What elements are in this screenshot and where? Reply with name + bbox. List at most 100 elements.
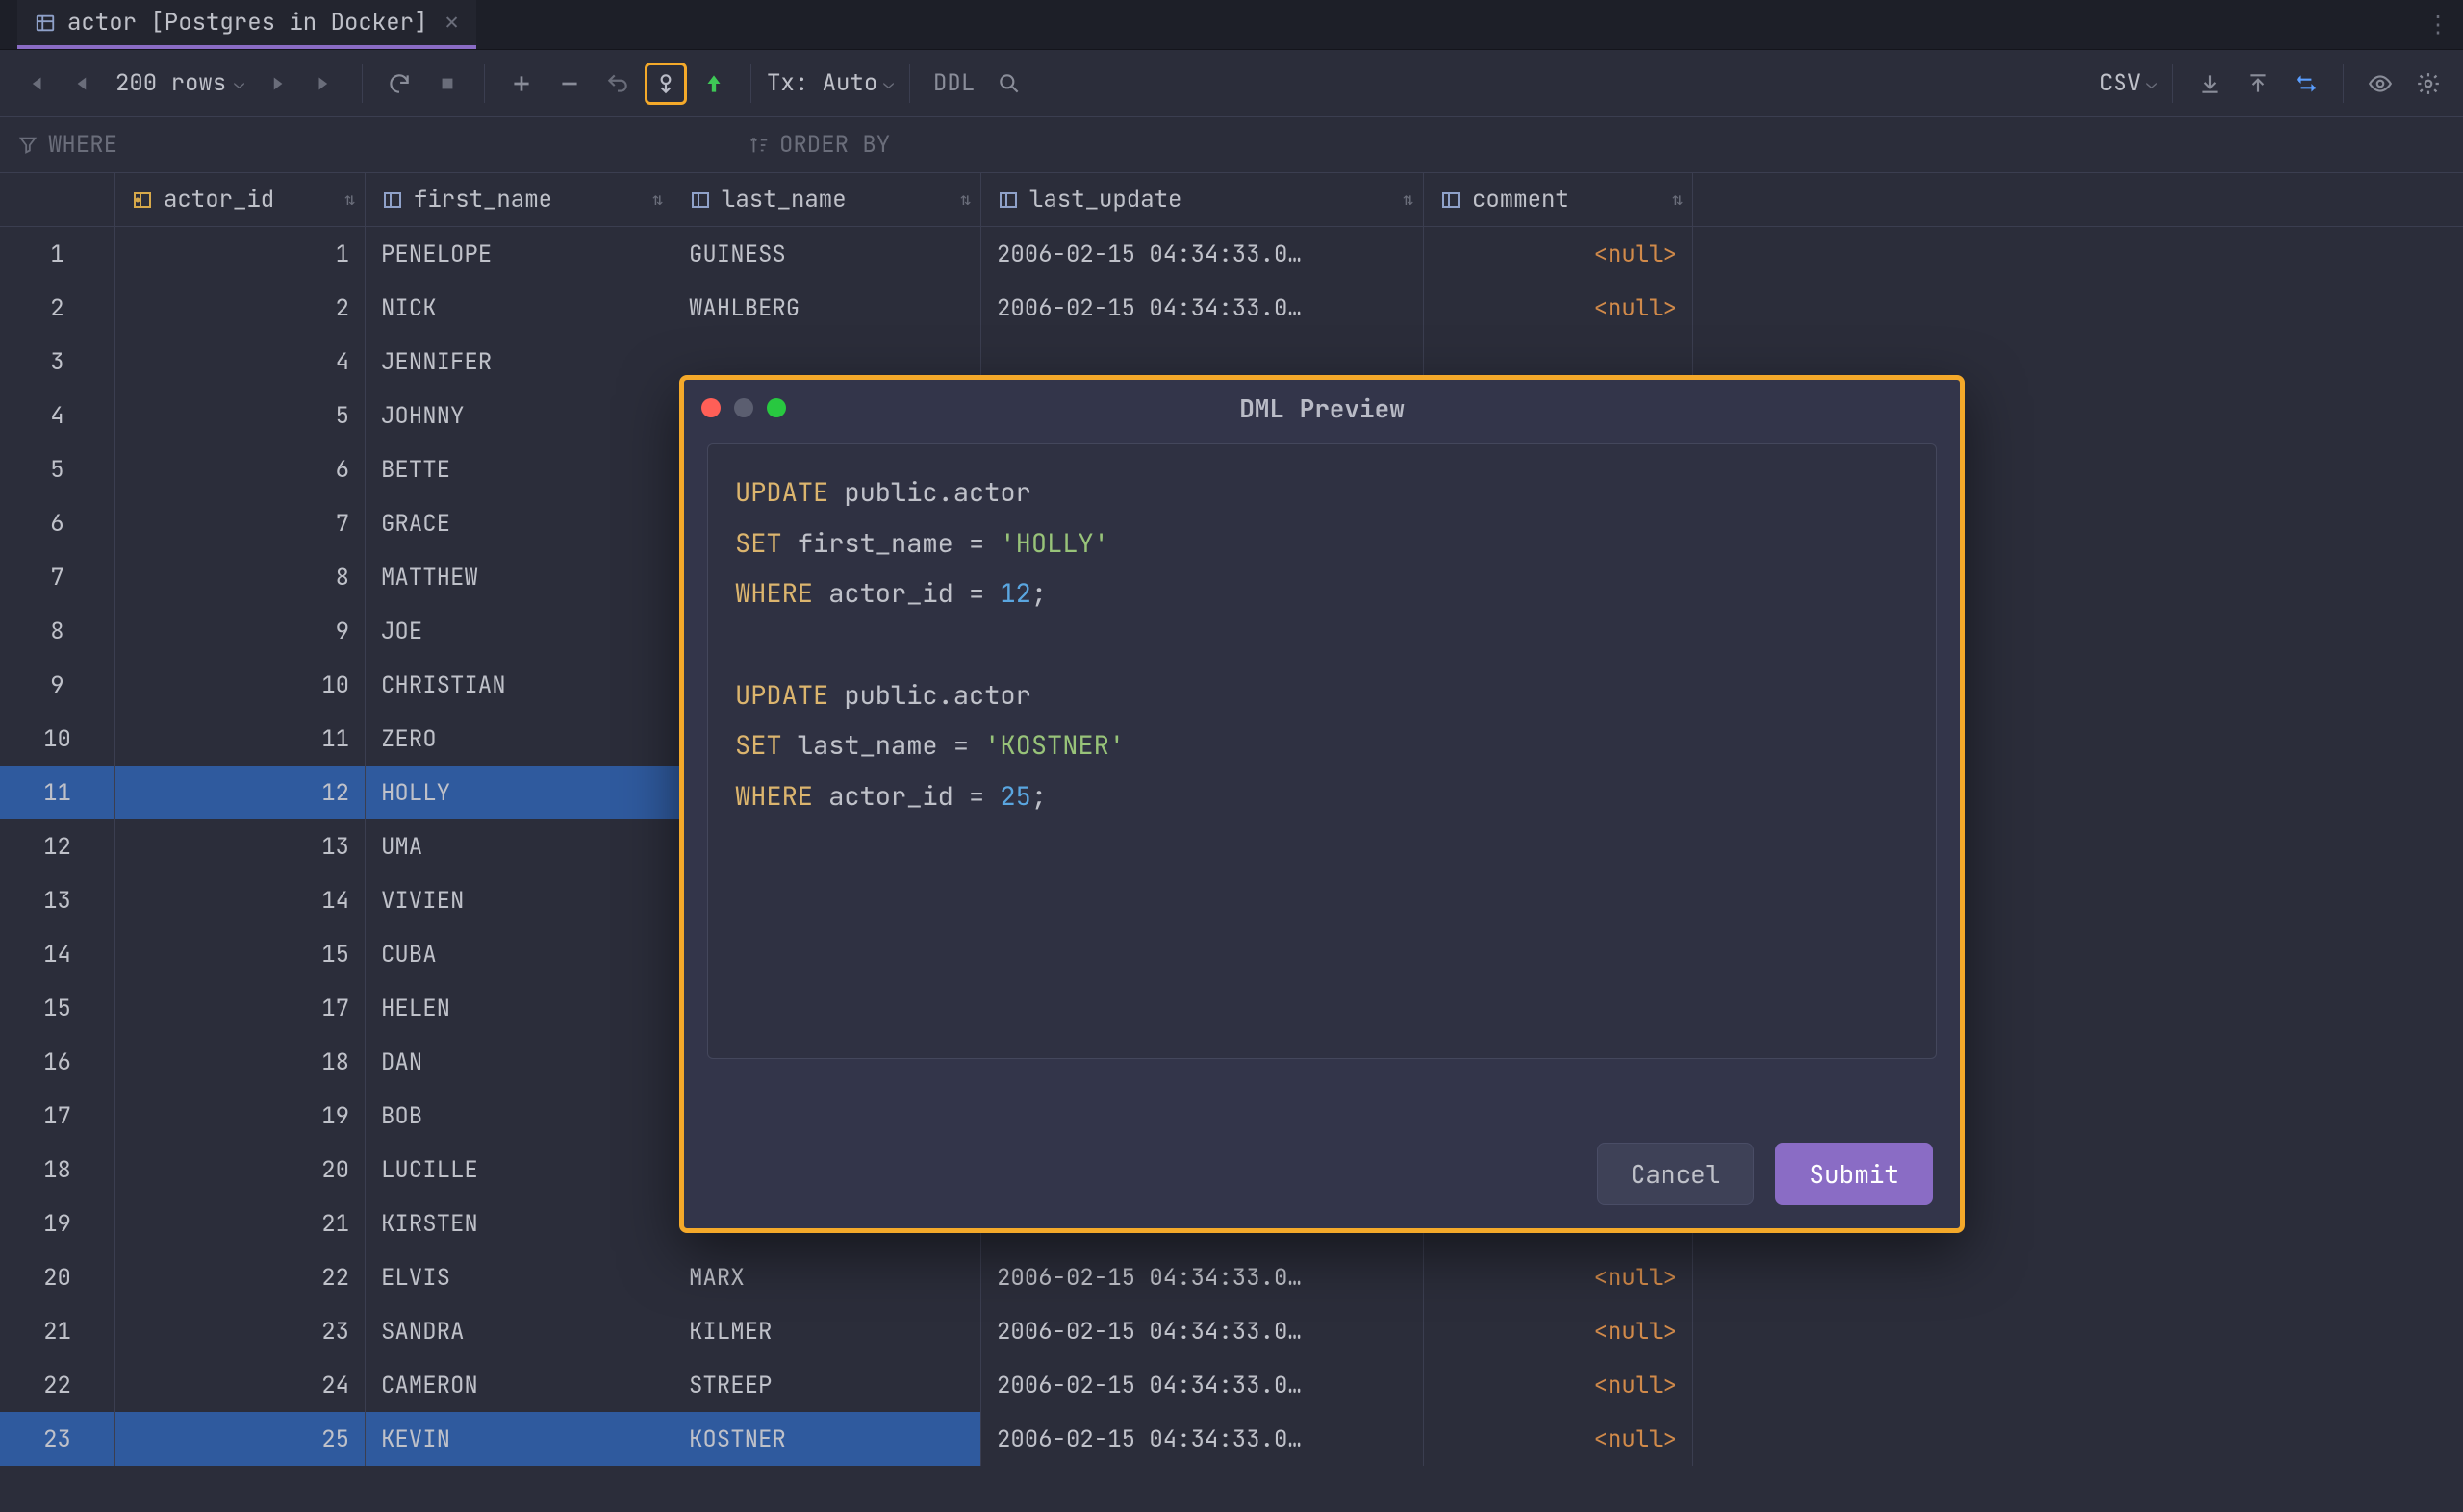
cell-last-name[interactable]: STREEP — [673, 1358, 981, 1412]
cell-actor-id[interactable]: 25 — [115, 1412, 366, 1466]
row-number[interactable]: 20 — [0, 1250, 115, 1304]
cell-first-name[interactable]: UMA — [366, 819, 673, 873]
cell-first-name[interactable]: ELVIS — [366, 1250, 673, 1304]
orderby-filter[interactable]: ORDER BY — [731, 117, 2463, 172]
row-number[interactable]: 21 — [0, 1304, 115, 1358]
cell-actor-id[interactable]: 11 — [115, 712, 366, 766]
cell-last-update[interactable]: 2006-02-15 04:34:33.0… — [981, 1358, 1424, 1412]
cell-first-name[interactable]: CAMERON — [366, 1358, 673, 1412]
cell-actor-id[interactable]: 8 — [115, 550, 366, 604]
settings-icon[interactable] — [2407, 63, 2450, 105]
table-row[interactable]: 2123SANDRAKILMER2006-02-15 04:34:33.0…<n… — [0, 1304, 2463, 1358]
dml-sql-preview[interactable]: UPDATE public.actorSET first_name = 'HOL… — [707, 443, 1937, 1059]
cell-first-name[interactable]: CUBA — [366, 927, 673, 981]
table-row[interactable]: 2224CAMERONSTREEP2006-02-15 04:34:33.0…<… — [0, 1358, 2463, 1412]
export-format-dropdown[interactable]: CSV ⌄ — [2099, 68, 2157, 98]
rownum-header[interactable] — [0, 173, 115, 226]
cell-first-name[interactable]: BOB — [366, 1089, 673, 1143]
ddl-button[interactable]: DDL — [926, 63, 982, 105]
cell-last-name[interactable]: GUINESS — [673, 227, 981, 281]
cell-first-name[interactable]: JOHNNY — [366, 389, 673, 442]
cell-last-update[interactable]: 2006-02-15 04:34:33.0… — [981, 281, 1424, 335]
cell-comment[interactable]: <null> — [1424, 1250, 1693, 1304]
cell-comment[interactable]: <null> — [1424, 281, 1693, 335]
cell-actor-id[interactable]: 21 — [115, 1197, 366, 1250]
row-number[interactable]: 15 — [0, 981, 115, 1035]
cell-first-name[interactable]: ZERO — [366, 712, 673, 766]
cell-actor-id[interactable]: 7 — [115, 496, 366, 550]
row-number[interactable]: 7 — [0, 550, 115, 604]
row-number[interactable]: 3 — [0, 335, 115, 389]
cell-actor-id[interactable]: 10 — [115, 658, 366, 712]
cell-actor-id[interactable]: 9 — [115, 604, 366, 658]
cell-first-name[interactable]: PENELOPE — [366, 227, 673, 281]
close-window-icon[interactable] — [701, 398, 721, 417]
cell-actor-id[interactable]: 6 — [115, 442, 366, 496]
submit-button[interactable]: Submit — [1775, 1143, 1933, 1205]
cell-actor-id[interactable]: 5 — [115, 389, 366, 442]
cell-first-name[interactable]: GRACE — [366, 496, 673, 550]
cell-actor-id[interactable]: 15 — [115, 927, 366, 981]
cell-last-update[interactable]: 2006-02-15 04:34:33.0… — [981, 1412, 1424, 1466]
row-number[interactable]: 10 — [0, 712, 115, 766]
tab-more-icon[interactable]: ⋮ — [2426, 10, 2450, 39]
upload-icon[interactable] — [2237, 63, 2279, 105]
submit-icon[interactable] — [693, 63, 735, 105]
cell-first-name[interactable]: KIRSTEN — [366, 1197, 673, 1250]
cell-last-name[interactable]: KOSTNER — [673, 1412, 981, 1466]
minimize-window-icon[interactable] — [734, 398, 753, 417]
row-number[interactable]: 16 — [0, 1035, 115, 1089]
rows-dropdown[interactable]: 200 rows ⌄ — [110, 68, 250, 98]
cell-first-name[interactable]: VIVIEN — [366, 873, 673, 927]
row-number[interactable]: 17 — [0, 1089, 115, 1143]
table-row[interactable]: 2022ELVISMARX2006-02-15 04:34:33.0…<null… — [0, 1250, 2463, 1304]
first-page-icon[interactable] — [13, 63, 56, 105]
cell-actor-id[interactable]: 18 — [115, 1035, 366, 1089]
tx-mode-dropdown[interactable]: Tx: Auto ⌄ — [767, 68, 894, 98]
cell-first-name[interactable]: MATTHEW — [366, 550, 673, 604]
cell-actor-id[interactable]: 2 — [115, 281, 366, 335]
cell-first-name[interactable]: HOLLY — [366, 766, 673, 819]
row-number[interactable]: 14 — [0, 927, 115, 981]
row-number[interactable]: 22 — [0, 1358, 115, 1412]
where-filter[interactable]: WHERE — [0, 117, 731, 172]
compare-icon[interactable] — [2285, 63, 2327, 105]
close-icon[interactable]: ✕ — [444, 8, 458, 38]
cell-first-name[interactable]: LUCILLE — [366, 1143, 673, 1197]
cell-first-name[interactable]: JENNIFER — [366, 335, 673, 389]
cell-actor-id[interactable]: 19 — [115, 1089, 366, 1143]
cell-first-name[interactable]: SANDRA — [366, 1304, 673, 1358]
cell-first-name[interactable]: JOE — [366, 604, 673, 658]
row-number[interactable]: 19 — [0, 1197, 115, 1250]
view-icon[interactable] — [2359, 63, 2401, 105]
row-number[interactable]: 4 — [0, 389, 115, 442]
add-row-icon[interactable] — [500, 63, 543, 105]
tab-actor[interactable]: actor [Postgres in Docker] ✕ — [17, 0, 476, 49]
zoom-window-icon[interactable] — [767, 398, 786, 417]
refresh-icon[interactable] — [378, 63, 420, 105]
row-number[interactable]: 18 — [0, 1143, 115, 1197]
cell-first-name[interactable]: KEVIN — [366, 1412, 673, 1466]
download-icon[interactable] — [2189, 63, 2231, 105]
table-row[interactable]: 11PENELOPEGUINESS2006-02-15 04:34:33.0…<… — [0, 227, 2463, 281]
cell-first-name[interactable]: HELEN — [366, 981, 673, 1035]
row-number[interactable]: 23 — [0, 1412, 115, 1466]
prev-page-icon[interactable] — [62, 63, 104, 105]
cell-actor-id[interactable]: 13 — [115, 819, 366, 873]
row-number[interactable]: 2 — [0, 281, 115, 335]
row-number[interactable]: 6 — [0, 496, 115, 550]
column-header-comment[interactable]: comment⇅ — [1424, 173, 1693, 226]
table-row[interactable]: 2325KEVINKOSTNER2006-02-15 04:34:33.0…<n… — [0, 1412, 2463, 1466]
table-row[interactable]: 22NICKWAHLBERG2006-02-15 04:34:33.0…<nul… — [0, 281, 2463, 335]
dialog-titlebar[interactable]: DML Preview — [684, 380, 1960, 436]
preview-pending-icon[interactable] — [645, 63, 687, 105]
cell-actor-id[interactable]: 20 — [115, 1143, 366, 1197]
cell-last-update[interactable]: 2006-02-15 04:34:33.0… — [981, 1250, 1424, 1304]
cell-actor-id[interactable]: 22 — [115, 1250, 366, 1304]
row-number[interactable]: 5 — [0, 442, 115, 496]
cell-actor-id[interactable]: 17 — [115, 981, 366, 1035]
cell-first-name[interactable]: DAN — [366, 1035, 673, 1089]
row-number[interactable]: 1 — [0, 227, 115, 281]
cell-first-name[interactable]: CHRISTIAN — [366, 658, 673, 712]
column-header-actor-id[interactable]: actor_id⇅ — [115, 173, 366, 226]
